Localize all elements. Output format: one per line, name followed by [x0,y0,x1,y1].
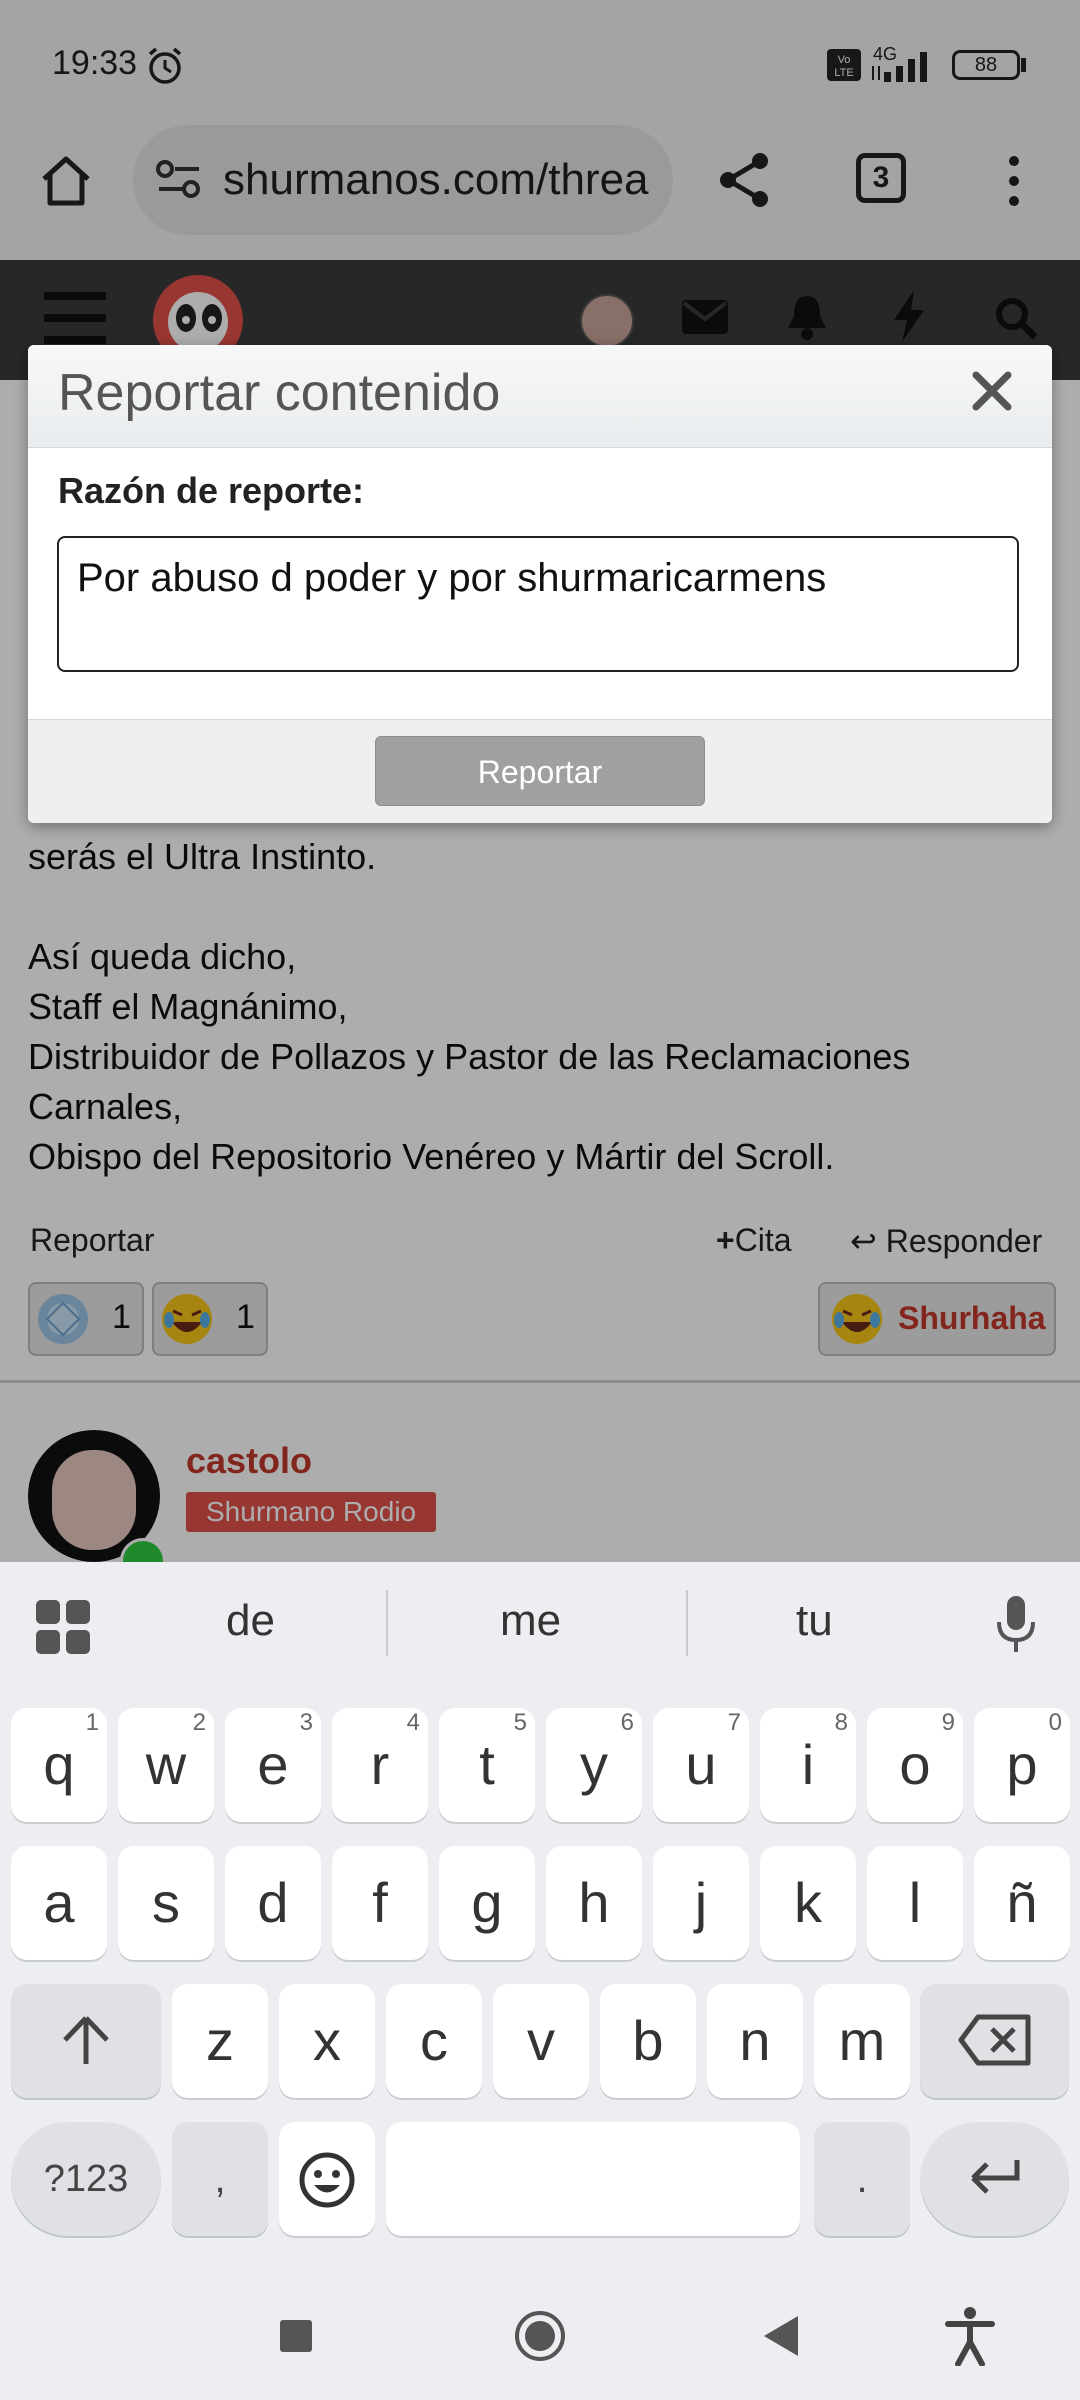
key-o[interactable]: o9 [867,1708,963,1822]
reason-label: Razón de reporte: [58,470,365,511]
key-k[interactable]: k [760,1846,856,1960]
key-hint: 8 [834,1709,848,1736]
key-e[interactable]: e3 [225,1708,321,1822]
key-b[interactable]: b [600,1984,696,2098]
key-label: e [257,1733,289,1796]
dialog-footer: Reportar [28,719,1052,823]
suggestion-divider [386,1590,388,1656]
backspace-icon [958,2014,1030,2066]
key-y[interactable]: y6 [546,1708,642,1822]
shift-key[interactable] [11,1984,161,2098]
suggestion[interactable]: de [226,1596,275,1646]
key-enye[interactable]: ñ [974,1846,1070,1960]
key-m[interactable]: m [814,1984,910,2098]
key-d[interactable]: d [225,1846,321,1960]
enter-icon [970,2160,1019,2194]
accessibility-icon[interactable] [944,2306,996,2366]
report-dialog: Reportar contenido Razón de reporte: Por… [28,345,1052,823]
key-g[interactable]: g [439,1846,535,1960]
home-button-icon[interactable] [514,2310,566,2362]
key-label: o [899,1733,931,1796]
key-label: r [370,1733,390,1796]
system-navigation-bar [0,2268,1080,2400]
key-label: u [685,1733,717,1796]
key-hint: 3 [299,1709,313,1736]
key-v[interactable]: v [493,1984,589,2098]
key-t[interactable]: t5 [439,1708,535,1822]
space-key[interactable] [386,2122,800,2236]
key-label: p [1006,1733,1038,1796]
key-hint: 0 [1048,1709,1062,1736]
close-icon[interactable] [962,361,1022,421]
emoji-icon [299,2152,355,2208]
key-label: t [479,1733,495,1796]
period-key[interactable]: . [814,2122,910,2236]
key-s[interactable]: s [118,1846,214,1960]
key-u[interactable]: u7 [653,1708,749,1822]
dialog-header: Reportar contenido [28,345,1052,448]
key-hint: 1 [85,1709,99,1736]
backspace-key[interactable] [920,1984,1069,2098]
shift-arrow-icon [63,2016,109,2064]
key-label: y [580,1733,608,1796]
key-q[interactable]: q1 [11,1708,107,1822]
key-label: i [801,1733,815,1796]
key-r[interactable]: r4 [332,1708,428,1822]
key-label: w [145,1733,187,1796]
emoji-key[interactable] [279,2122,375,2236]
key-z[interactable]: z [172,1984,268,2098]
comma-key[interactable]: , [172,2122,268,2236]
keyboard-menu-icon[interactable] [34,1598,92,1656]
key-l[interactable]: l [867,1846,963,1960]
dialog-title: Reportar contenido [58,364,501,422]
key-i[interactable]: i8 [760,1708,856,1822]
key-hint: 7 [727,1709,741,1736]
back-icon[interactable] [760,2314,802,2358]
key-n[interactable]: n [707,1984,803,2098]
key-a[interactable]: a [11,1846,107,1960]
suggestion[interactable]: me [500,1596,561,1646]
key-f[interactable]: f [332,1846,428,1960]
submit-report-button[interactable]: Reportar [375,736,705,806]
microphone-icon[interactable] [994,1594,1038,1656]
key-hint: 9 [941,1709,955,1736]
symbols-key[interactable]: ?123 [11,2122,161,2236]
enter-key[interactable] [920,2122,1069,2236]
key-hint: 4 [406,1709,420,1736]
key-j[interactable]: j [653,1846,749,1960]
key-h[interactable]: h [546,1846,642,1960]
key-w[interactable]: w2 [118,1708,214,1822]
reason-textarea[interactable]: Por abuso d poder y por shurmaricarmens [57,536,1019,672]
suggestion[interactable]: tu [796,1596,833,1646]
key-hint: 2 [192,1709,206,1736]
key-label: q [43,1733,75,1796]
reason-value: Por abuso d poder y por shurmaricarmens [77,556,827,600]
key-x[interactable]: x [279,1984,375,2098]
suggestion-divider [686,1590,688,1656]
key-c[interactable]: c [386,1984,482,2098]
key-p[interactable]: p0 [974,1708,1070,1822]
key-hint: 6 [620,1709,634,1736]
key-hint: 5 [513,1709,527,1736]
recents-icon[interactable] [278,2318,314,2354]
